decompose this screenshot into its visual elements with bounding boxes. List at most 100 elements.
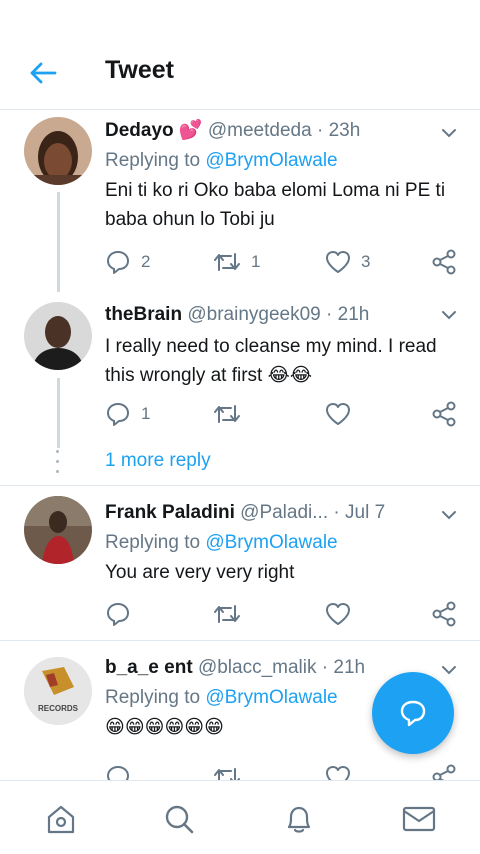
chevron-down-icon[interactable] <box>440 661 458 679</box>
avatar[interactable]: RECORDS <box>24 657 92 725</box>
emoji: 😁 <box>124 717 145 738</box>
share-icon <box>432 764 456 780</box>
heart-icon <box>326 251 350 273</box>
reply-tweet[interactable]: Frank Paladini @Paladi... · Jul 7 Replyi… <box>0 486 480 640</box>
reply-button[interactable]: 2 <box>105 248 150 276</box>
home-icon <box>47 805 75 834</box>
thread-line <box>57 192 60 292</box>
arrow-left-icon <box>30 62 57 84</box>
reply-tweet[interactable]: Dedayo 💕 @meetdeda · 23h Replying to @Br… <box>0 110 480 292</box>
user-handle: @brainygeek09 <box>187 304 321 325</box>
reply-count: 1 <box>141 404 151 423</box>
top-bar: Tweet <box>0 0 480 110</box>
user-name[interactable]: theBrain <box>105 304 182 325</box>
share-icon <box>432 401 456 427</box>
timestamp: 21h <box>337 304 370 325</box>
emoji: 😂 <box>289 365 313 386</box>
share-button[interactable] <box>431 763 457 780</box>
share-button[interactable] <box>431 400 457 428</box>
reply-icon <box>107 403 129 426</box>
retweet-icon <box>214 253 240 271</box>
thread-line <box>57 378 60 448</box>
share-icon <box>432 249 456 275</box>
back-button[interactable] <box>26 56 60 90</box>
chevron-down-icon[interactable] <box>440 124 458 142</box>
tweet-text: You are very very right <box>105 562 295 583</box>
bell-icon <box>287 806 311 833</box>
more-replies-link[interactable]: 1 more reply <box>105 450 211 472</box>
reply-to-link[interactable]: @BrymOlawale <box>205 532 337 553</box>
like-button[interactable] <box>325 400 351 428</box>
retweet-button[interactable] <box>213 600 241 628</box>
tweet-actions: 2 1 3 <box>105 248 460 276</box>
user-name[interactable]: Dedayo <box>105 120 174 141</box>
thread-dots <box>56 450 60 476</box>
avatar-label: RECORDS <box>38 704 79 713</box>
nav-notifications[interactable] <box>281 801 317 837</box>
retweet-icon <box>214 768 240 780</box>
chevron-down-icon[interactable] <box>440 306 458 324</box>
name-emoji: 💕 <box>178 120 203 141</box>
tweet-actions <box>105 600 460 628</box>
compose-reply-button[interactable] <box>372 672 454 754</box>
retweet-button[interactable] <box>213 763 241 780</box>
bottom-nav <box>0 780 480 854</box>
emoji: 😂 <box>267 365 290 386</box>
timestamp: 21h <box>333 657 366 678</box>
retweet-button[interactable] <box>213 400 241 428</box>
user-handle: @meetdeda <box>207 120 312 141</box>
share-icon <box>432 601 456 627</box>
emoji: 😁 <box>204 717 224 738</box>
reply-icon <box>107 251 129 274</box>
reply-button[interactable] <box>105 600 131 628</box>
replying-to-label: Replying to <box>105 687 201 708</box>
heart-icon <box>326 603 350 625</box>
reply-button[interactable] <box>105 763 131 780</box>
tweet-actions <box>105 763 460 780</box>
like-button[interactable] <box>325 600 351 628</box>
avatar[interactable] <box>24 117 92 185</box>
retweet-button[interactable]: 1 <box>213 248 260 276</box>
replying-to-label: Replying to <box>105 150 201 171</box>
emoji: 😁 <box>105 717 125 738</box>
emoji: 😁 <box>164 717 185 738</box>
page-title: Tweet <box>105 56 174 84</box>
heart-icon <box>326 403 350 425</box>
nav-search[interactable] <box>161 801 197 837</box>
user-handle: @blacc_malik <box>197 657 317 678</box>
chevron-down-icon[interactable] <box>440 506 458 524</box>
reply-icon <box>107 603 129 626</box>
reply-button[interactable]: 1 <box>105 400 150 428</box>
avatar[interactable] <box>24 496 92 564</box>
retweet-count: 1 <box>251 252 261 271</box>
reply-icon <box>107 766 129 780</box>
like-count: 3 <box>361 252 371 271</box>
tweet-actions: 1 <box>105 400 460 428</box>
compose-reply-icon <box>400 700 426 727</box>
reply-to-link[interactable]: @BrymOlawale <box>205 687 337 708</box>
avatar[interactable] <box>24 302 92 370</box>
emoji: 😁 <box>144 717 165 738</box>
emoji: 😁 <box>184 717 205 738</box>
user-name[interactable]: Frank Paladini <box>105 502 235 523</box>
like-button[interactable]: 3 <box>325 248 370 276</box>
nav-home[interactable] <box>43 801 79 837</box>
timestamp: 23h <box>328 120 361 141</box>
timestamp: Jul 7 <box>345 502 386 523</box>
like-button[interactable] <box>325 763 351 780</box>
reply-to-link[interactable]: @BrymOlawale <box>205 150 337 171</box>
envelope-icon <box>402 806 436 832</box>
reply-tweet[interactable]: theBrain @brainygeek09 · 21h I really ne… <box>0 292 480 448</box>
user-handle: @Paladi... <box>240 502 329 523</box>
replying-to-label: Replying to <box>105 532 201 553</box>
tweet-text: Eni ti ko ri Oko baba elomi Loma ni PE t… <box>105 180 446 230</box>
nav-messages[interactable] <box>401 801 437 837</box>
heart-icon <box>326 766 350 780</box>
search-icon <box>165 805 194 834</box>
user-name[interactable]: b_a_e ent <box>105 657 193 678</box>
retweet-icon <box>214 605 240 623</box>
reply-count: 2 <box>141 252 151 271</box>
retweet-icon <box>214 405 240 423</box>
share-button[interactable] <box>431 248 457 276</box>
share-button[interactable] <box>431 600 457 628</box>
